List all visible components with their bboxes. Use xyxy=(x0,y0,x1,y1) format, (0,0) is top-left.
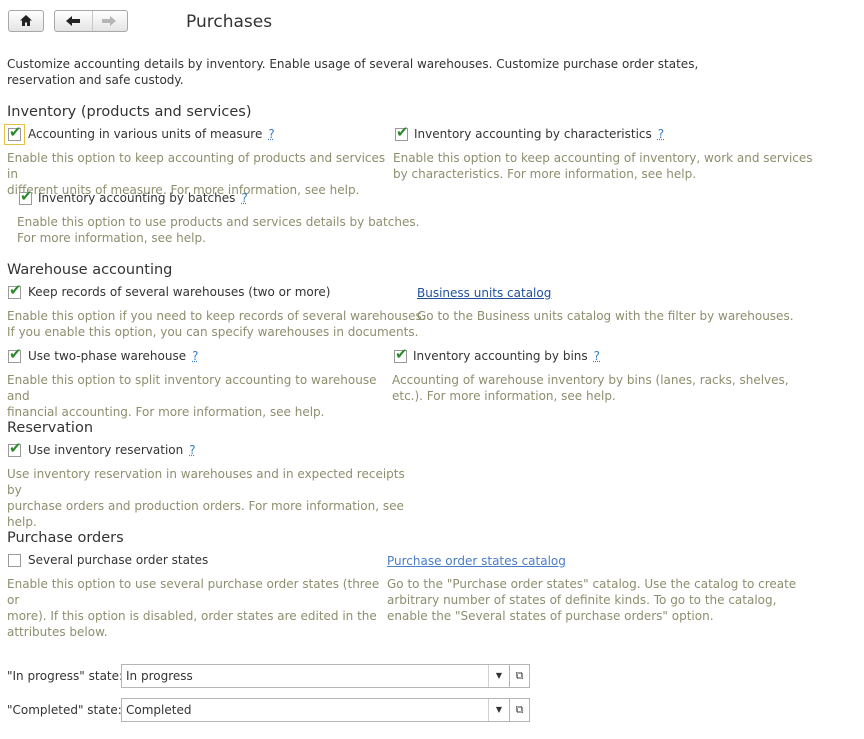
history-buttons xyxy=(54,10,128,32)
checkmark-icon: ✔ xyxy=(395,345,408,363)
batches-checkbox[interactable]: ✔ xyxy=(19,188,33,205)
page-intro: Customize accounting details by inventor… xyxy=(7,57,699,87)
in-progress-state-label: "In progress" state: xyxy=(7,669,124,683)
page-title: Purchases xyxy=(186,12,273,32)
batches-row: Inventory accounting by batches? xyxy=(38,191,248,205)
characteristics-checkbox[interactable]: ✔ xyxy=(395,124,409,141)
units-of-measure-row: Accounting in various units of measure? xyxy=(28,127,275,141)
two-phase-warehouse-desc: Enable this option to split inventory ac… xyxy=(7,373,377,419)
in-progress-state-value: In progress xyxy=(126,669,193,683)
in-progress-state-select[interactable]: In progress ▼ xyxy=(121,664,510,688)
checkmark-icon: ✔ xyxy=(396,123,409,141)
purchase-order-states-catalog-desc: Go to the "Purchase order states" catalo… xyxy=(387,577,797,623)
bins-label: Inventory accounting by bins xyxy=(413,349,588,363)
help-icon[interactable]: ? xyxy=(658,127,664,141)
several-warehouses-label: Keep records of several warehouses (two … xyxy=(28,285,331,299)
purchase-order-states-catalog-link[interactable]: Purchase order states catalog xyxy=(387,554,566,568)
section-reservation-heading: Reservation xyxy=(7,420,94,436)
help-icon[interactable]: ? xyxy=(189,443,195,457)
completed-state-value: Completed xyxy=(126,703,192,717)
batches-label: Inventory accounting by batches xyxy=(38,191,236,205)
several-order-states-checkbox[interactable] xyxy=(8,554,21,567)
open-item-button[interactable]: ⧉ xyxy=(509,664,530,688)
help-icon[interactable]: ? xyxy=(192,349,198,363)
two-phase-warehouse-checkbox[interactable]: ✔ xyxy=(8,346,22,363)
bins-row: Inventory accounting by bins? xyxy=(413,349,600,363)
several-order-states-desc: Enable this option to use several purcha… xyxy=(7,577,380,639)
two-phase-warehouse-row: Use two-phase warehouse? xyxy=(28,349,198,363)
open-window-icon: ⧉ xyxy=(515,669,524,682)
arrow-left-icon[interactable] xyxy=(65,14,81,32)
home-button[interactable] xyxy=(8,10,44,32)
several-order-states-label: Several purchase order states xyxy=(28,553,209,567)
business-units-catalog-desc: Go to the Business units catalog with th… xyxy=(417,309,794,323)
history-divider xyxy=(92,11,93,31)
two-phase-warehouse-label: Use two-phase warehouse xyxy=(28,349,187,363)
inventory-reservation-row: Use inventory reservation? xyxy=(28,443,196,457)
help-icon[interactable]: ? xyxy=(594,349,600,363)
arrow-right-icon[interactable] xyxy=(101,14,117,32)
open-item-button[interactable]: ⧉ xyxy=(509,698,530,722)
inventory-reservation-label: Use inventory reservation xyxy=(28,443,184,457)
checkmark-icon: ✔ xyxy=(9,123,22,141)
characteristics-desc: Enable this option to keep accounting of… xyxy=(393,151,813,181)
checkmark-icon: ✔ xyxy=(9,439,22,457)
bins-desc: Accounting of warehouse inventory by bin… xyxy=(392,373,789,403)
units-of-measure-label: Accounting in various units of measure xyxy=(28,127,263,141)
units-of-measure-checkbox[interactable]: ✔ xyxy=(4,124,25,145)
checkmark-icon: ✔ xyxy=(20,187,33,205)
open-window-icon: ⧉ xyxy=(515,703,524,716)
section-inventory-heading: Inventory (products and services) xyxy=(7,104,252,120)
home-icon xyxy=(19,14,33,31)
completed-state-select[interactable]: Completed ▼ xyxy=(121,698,510,722)
checkmark-icon: ✔ xyxy=(9,281,22,299)
batches-desc: Enable this option to use products and s… xyxy=(17,215,420,245)
completed-state-label: "Completed" state: xyxy=(7,703,122,717)
several-warehouses-checkbox[interactable]: ✔ xyxy=(8,282,22,299)
several-warehouses-desc: Enable this option if you need to keep r… xyxy=(7,309,426,339)
chevron-down-icon[interactable]: ▼ xyxy=(488,699,509,721)
section-warehouse-heading: Warehouse accounting xyxy=(7,262,173,278)
characteristics-label: Inventory accounting by characteristics xyxy=(414,127,652,141)
checkmark-icon: ✔ xyxy=(9,345,22,363)
inventory-reservation-desc: Use inventory reservation in warehouses … xyxy=(7,467,405,529)
help-icon[interactable]: ? xyxy=(268,127,274,141)
chevron-down-icon[interactable]: ▼ xyxy=(488,665,509,687)
section-purchase-orders-heading: Purchase orders xyxy=(7,530,124,546)
characteristics-row: Inventory accounting by characteristics? xyxy=(414,127,664,141)
business-units-catalog-link[interactable]: Business units catalog xyxy=(417,286,551,300)
help-icon[interactable]: ? xyxy=(241,191,247,205)
bins-checkbox[interactable]: ✔ xyxy=(394,346,408,363)
inventory-reservation-checkbox[interactable]: ✔ xyxy=(8,440,22,457)
